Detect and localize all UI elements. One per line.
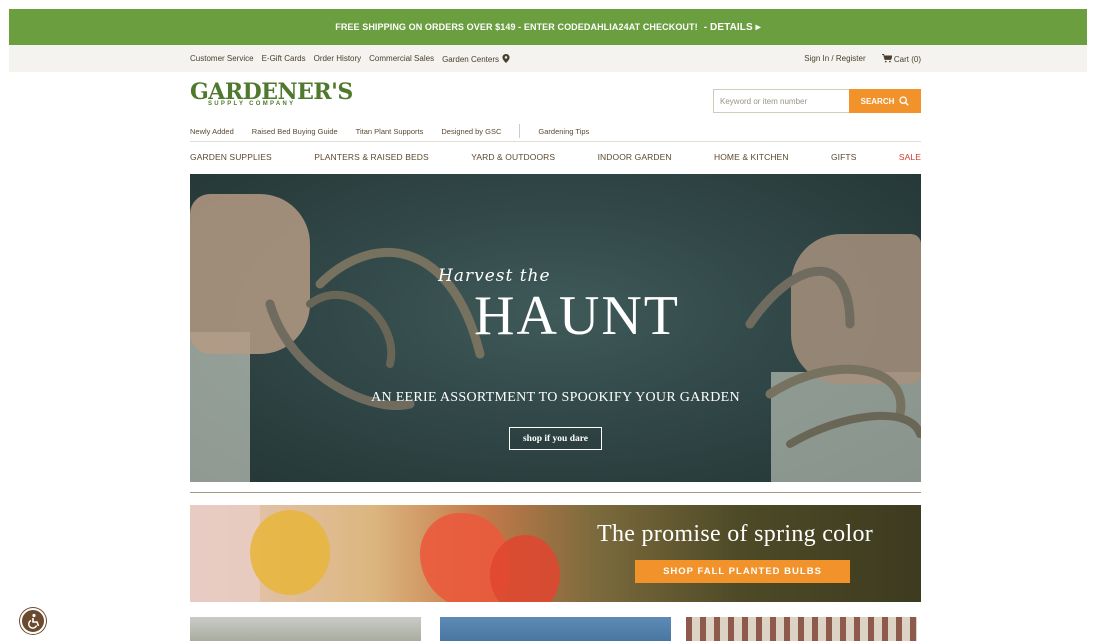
- customer-service-link[interactable]: Customer Service: [190, 54, 254, 64]
- secondary-nav: Newly Added Raised Bed Buying Guide Tita…: [190, 124, 589, 138]
- promo-banner[interactable]: FREE SHIPPING ON ORDERS OVER $149 - ENTE…: [9, 9, 1087, 45]
- promo-text: FREE SHIPPING ON ORDERS OVER $149 - ENTE…: [335, 22, 584, 32]
- subnav-newly-added[interactable]: Newly Added: [190, 127, 234, 136]
- map-pin-icon: [502, 54, 510, 63]
- spring-banner-title: The promise of spring color: [597, 521, 874, 547]
- garden-centers-link[interactable]: Garden Centers: [442, 54, 510, 64]
- nav-home-kitchen[interactable]: HOME & KITCHEN: [714, 152, 789, 162]
- search-button[interactable]: SEARCH: [849, 89, 921, 113]
- subnav-divider: [519, 124, 521, 138]
- commercial-sales-link[interactable]: Commercial Sales: [369, 54, 434, 64]
- utility-bar: Customer Service E-Gift Cards Order Hist…: [9, 45, 1087, 72]
- subnav-gardening-tips[interactable]: Gardening Tips: [538, 127, 589, 136]
- hero-banner[interactable]: Harvest the HAUNT AN EERIE ASSORTMENT TO…: [190, 174, 921, 482]
- promo-code: DAHLIA24: [583, 22, 629, 32]
- promo-tile-1[interactable]: [190, 617, 421, 641]
- brand-logo[interactable]: GARDENER'S SUPPLY COMPANY: [190, 79, 353, 111]
- subnav-titan-plant-supports[interactable]: Titan Plant Supports: [356, 127, 424, 136]
- search-input[interactable]: [713, 89, 849, 113]
- hero-title-big: HAUNT: [474, 285, 680, 347]
- hero-shop-button[interactable]: shop if you dare: [509, 427, 602, 450]
- accessibility-button[interactable]: [20, 608, 46, 634]
- promo-text-end: AT CHECKOUT!: [628, 22, 698, 32]
- nav-yard-outdoors[interactable]: YARD & OUTDOORS: [471, 152, 555, 162]
- nav-garden-supplies[interactable]: GARDEN SUPPLIES: [190, 152, 272, 162]
- egift-cards-link[interactable]: E-Gift Cards: [262, 54, 306, 64]
- subnav-designed-by-gsc[interactable]: Designed by GSC: [441, 127, 501, 136]
- promo-tile-2[interactable]: [440, 617, 671, 641]
- subnav-raised-bed-guide[interactable]: Raised Bed Buying Guide: [252, 127, 338, 136]
- cart-link[interactable]: Cart (0): [881, 53, 921, 64]
- promo-details-link[interactable]: - DETAILS ▸: [704, 22, 761, 33]
- logo-wordmark: GARDENER'S: [190, 79, 353, 105]
- banner-flower-red-2: [490, 535, 560, 602]
- sign-in-link[interactable]: Sign In / Register: [804, 54, 865, 64]
- nav-sale[interactable]: SALE: [899, 152, 921, 162]
- banner-flower-yellow: [250, 510, 330, 595]
- hero-background-light: [190, 332, 250, 482]
- shop-fall-bulbs-button[interactable]: SHOP FALL PLANTED BULBS: [635, 560, 850, 583]
- search-button-label: SEARCH: [860, 96, 895, 106]
- nav-gifts[interactable]: GIFTS: [831, 152, 857, 162]
- nav-planters-raised-beds[interactable]: PLANTERS & RAISED BEDS: [314, 152, 429, 162]
- hero-subtitle: AN EERIE ASSORTMENT TO SPOOKIFY YOUR GAR…: [371, 390, 740, 405]
- promo-tile-3[interactable]: [686, 617, 917, 641]
- accessibility-icon: [28, 613, 40, 629]
- section-divider: [190, 492, 921, 493]
- main-nav: GARDEN SUPPLIES PLANTERS & RAISED BEDS Y…: [190, 152, 921, 162]
- hero-title-small: Harvest the: [438, 266, 551, 286]
- cart-icon: [881, 53, 893, 63]
- cultivator-tool-right: [745, 266, 921, 448]
- spring-bulbs-banner[interactable]: The promise of spring color SHOP FALL PL…: [190, 505, 921, 602]
- order-history-link[interactable]: Order History: [314, 54, 362, 64]
- cart-label: Cart (0): [893, 55, 921, 64]
- nav-indoor-garden[interactable]: INDOOR GARDEN: [598, 152, 672, 162]
- search-icon: [899, 96, 910, 106]
- search-form: SEARCH: [713, 89, 921, 113]
- header-divider: [190, 141, 921, 142]
- garden-centers-label: Garden Centers: [442, 55, 499, 64]
